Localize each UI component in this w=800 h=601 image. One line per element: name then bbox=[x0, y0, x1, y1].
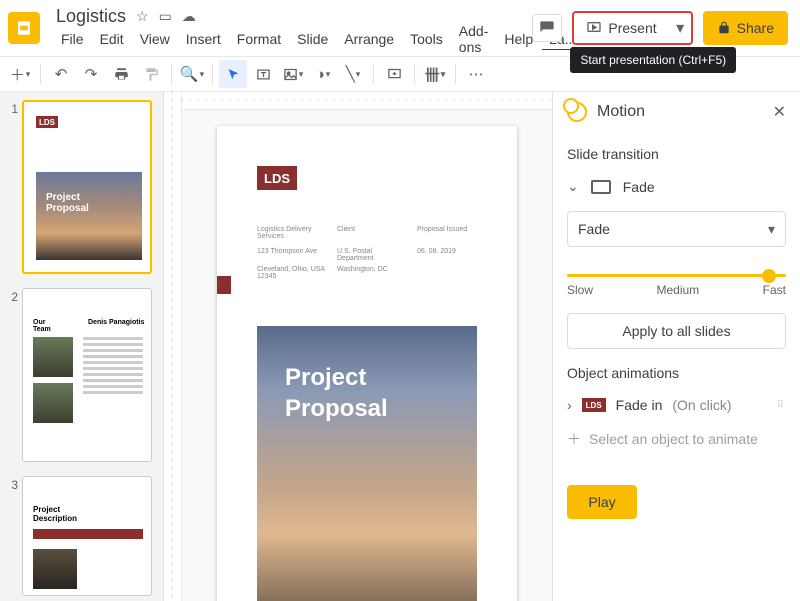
comment-tool[interactable] bbox=[380, 60, 408, 88]
shape-tool[interactable]: ◑▾ bbox=[309, 60, 337, 88]
slide-icon bbox=[591, 180, 611, 194]
speed-medium: Medium bbox=[656, 283, 699, 297]
menu-arrange[interactable]: Arrange bbox=[337, 29, 401, 49]
slide-number: 3 bbox=[4, 476, 18, 596]
thumb-logo: LDS bbox=[36, 116, 58, 128]
speed-slow: Slow bbox=[567, 283, 593, 297]
slides-logo bbox=[8, 12, 40, 44]
filmstrip: 1 LDS Project Proposal 2 Our Team Denis … bbox=[0, 92, 164, 601]
animation-trigger: (On click) bbox=[672, 397, 731, 413]
animation-object-icon: LDS bbox=[582, 398, 606, 412]
plus-icon: ＋ bbox=[567, 429, 581, 449]
horizontal-ruler[interactable] bbox=[182, 92, 552, 110]
drag-handle-icon[interactable]: ⠿ bbox=[777, 400, 786, 411]
close-panel-button[interactable]: ✕ bbox=[773, 102, 786, 122]
slide-hero-image: Project Proposal bbox=[257, 326, 477, 601]
thumb-title: Project Proposal bbox=[46, 192, 89, 214]
transition-select[interactable]: Fade ▾ bbox=[567, 211, 786, 247]
add-animation-hint[interactable]: ＋ Select an object to animate bbox=[567, 429, 786, 449]
slide-thumbnail-2[interactable]: Our Team Denis Panagiotis bbox=[22, 288, 152, 462]
share-label: Share bbox=[737, 20, 774, 36]
print-button[interactable] bbox=[107, 60, 135, 88]
panel-title: Motion bbox=[597, 103, 763, 121]
line-tool[interactable]: ╲▾ bbox=[339, 60, 367, 88]
zoom-button[interactable]: 🔍▾ bbox=[178, 60, 206, 88]
slide-number: 2 bbox=[4, 288, 18, 462]
speed-fast: Fast bbox=[763, 283, 786, 297]
document-title[interactable]: Logistics bbox=[56, 6, 126, 27]
chevron-down-icon: ▾ bbox=[768, 221, 775, 238]
select-tool[interactable] bbox=[219, 60, 247, 88]
undo-button[interactable]: ↶ bbox=[47, 60, 75, 88]
move-icon[interactable]: ▭ bbox=[159, 8, 172, 25]
apply-all-button[interactable]: Apply to all slides bbox=[567, 313, 786, 349]
menu-edit[interactable]: Edit bbox=[93, 29, 131, 49]
transition-tool[interactable]: 卌▾ bbox=[421, 60, 449, 88]
slide-meta: Logistics Delivery Services Client Propo… bbox=[257, 226, 487, 280]
menu-bar: File Edit View Insert Format Slide Arran… bbox=[48, 27, 524, 51]
transition-name: Fade bbox=[623, 179, 655, 195]
slide-number: 1 bbox=[4, 100, 18, 274]
motion-icon bbox=[567, 102, 587, 122]
chevron-right-icon: › bbox=[567, 397, 572, 413]
menu-insert[interactable]: Insert bbox=[179, 29, 228, 49]
present-dropdown[interactable]: ▾ bbox=[669, 13, 691, 43]
section-animations-title: Object animations bbox=[567, 365, 786, 381]
vertical-ruler[interactable] bbox=[164, 92, 182, 601]
menu-view[interactable]: View bbox=[133, 29, 177, 49]
share-button[interactable]: Share bbox=[703, 11, 788, 45]
motion-panel: Motion ✕ Slide transition ⌄ Fade Fade ▾ bbox=[552, 92, 800, 601]
menu-slide[interactable]: Slide bbox=[290, 29, 335, 49]
animation-row[interactable]: › LDS Fade in (On click) ⠿ bbox=[567, 397, 786, 413]
animation-name: Fade in bbox=[616, 397, 663, 413]
duration-slider[interactable] bbox=[567, 269, 786, 283]
menu-file[interactable]: File bbox=[54, 29, 91, 49]
slide-thumbnail-1[interactable]: LDS Project Proposal bbox=[22, 100, 152, 274]
new-slide-button[interactable]: ＋▾ bbox=[6, 60, 34, 88]
redo-button[interactable]: ↷ bbox=[77, 60, 105, 88]
play-button[interactable]: Play bbox=[567, 485, 637, 519]
menu-format[interactable]: Format bbox=[230, 29, 288, 49]
present-tooltip: Start presentation (Ctrl+F5) bbox=[570, 47, 736, 73]
star-icon[interactable]: ☆ bbox=[136, 8, 149, 25]
textbox-tool[interactable] bbox=[249, 60, 277, 88]
transition-row[interactable]: ⌄ Fade bbox=[567, 178, 786, 195]
section-transition-title: Slide transition bbox=[567, 146, 786, 162]
cloud-icon: ☁ bbox=[182, 8, 196, 25]
image-tool[interactable]: ▾ bbox=[279, 60, 307, 88]
more-tools[interactable]: ⋯ bbox=[462, 60, 490, 88]
menu-addons[interactable]: Add-ons bbox=[452, 21, 496, 57]
slide-canvas[interactable]: LDS Logistics Delivery Services Client P… bbox=[217, 126, 517, 601]
slide-logo: LDS bbox=[257, 166, 297, 190]
present-label: Present bbox=[608, 20, 656, 36]
app-header: Logistics ☆ ▭ ☁ File Edit View Insert Fo… bbox=[0, 0, 800, 56]
present-button[interactable]: Present ▾ bbox=[572, 11, 692, 45]
menu-tools[interactable]: Tools bbox=[403, 29, 450, 49]
paint-format-button[interactable] bbox=[137, 60, 165, 88]
chevron-down-icon: ⌄ bbox=[567, 178, 579, 195]
slide-hero-title: Project Proposal bbox=[285, 362, 388, 424]
comment-history-button[interactable] bbox=[532, 14, 562, 42]
slide-thumbnail-3[interactable]: Project Description bbox=[22, 476, 152, 596]
canvas-area: LDS Logistics Delivery Services Client P… bbox=[164, 92, 552, 601]
